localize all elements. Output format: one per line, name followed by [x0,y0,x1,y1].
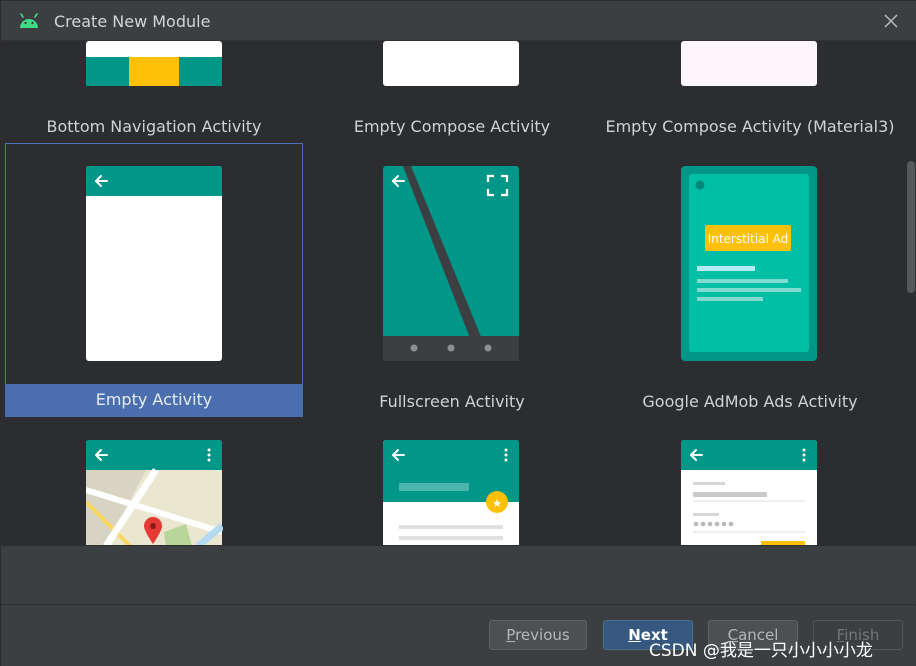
template-gallery: Bottom Navigation Activity Empty Compose… [1,41,916,545]
template-empty-compose-activity[interactable]: Empty Compose Activity [303,41,601,141]
gallery-scrollbar[interactable] [907,161,915,293]
interstitial-ad-text: Interstitial Ad [708,232,789,246]
template-bottom-navigation-activity[interactable]: Bottom Navigation Activity [5,41,303,141]
empty-activity-preview [86,166,222,361]
template-label: Fullscreen Activity [379,392,525,411]
title-bar: Create New Module [1,1,916,41]
fullscreen-activity-preview [383,166,519,361]
overflow-menu-icon [504,448,508,462]
dialog-footer: Previous Next Cancel Finish CSDN @我是一只小小… [1,606,916,666]
template-fullscreen-activity[interactable]: Fullscreen Activity [303,143,601,417]
previous-button[interactable]: Previous [489,620,587,650]
template-label: Bottom Navigation Activity [46,117,262,136]
csdn-watermark: CSDN @我是一只小小小小龙 [649,641,873,661]
empty-compose-material3-preview [681,41,817,86]
overflow-menu-icon [802,448,806,462]
admob-activity-preview: Interstitial Ad [681,166,817,361]
template-google-maps-activity[interactable] [5,417,303,545]
template-label: Google AdMob Ads Activity [642,392,858,411]
template-label: Empty Compose Activity (Material3) [605,117,895,136]
close-icon[interactable] [883,13,899,29]
overflow-menu-icon [207,448,211,462]
empty-compose-preview [383,41,519,86]
template-description-area [1,545,916,605]
template-empty-activity[interactable]: Empty Activity [5,143,303,417]
maps-activity-preview [86,440,223,545]
template-google-admob-ads-activity[interactable]: Interstitial Ad Google AdMob Ads Activit… [601,143,899,417]
bottom-navigation-preview [86,41,222,86]
android-icon [20,13,38,28]
scrolling-activity-preview: ★ [383,440,519,545]
template-label: Empty Activity [95,390,213,409]
svg-text:★: ★ [492,497,502,510]
dialog-title: Create New Module [54,12,211,31]
template-empty-compose-material3-activity[interactable]: Empty Compose Activity (Material3) [601,41,899,141]
template-login-activity[interactable] [601,417,899,545]
create-new-module-dialog: Create New Module Bottom Navigation Acti… [0,0,916,666]
template-label: Empty Compose Activity [353,117,551,136]
login-activity-preview [681,440,817,545]
template-scrolling-activity[interactable]: ★ [303,417,601,545]
